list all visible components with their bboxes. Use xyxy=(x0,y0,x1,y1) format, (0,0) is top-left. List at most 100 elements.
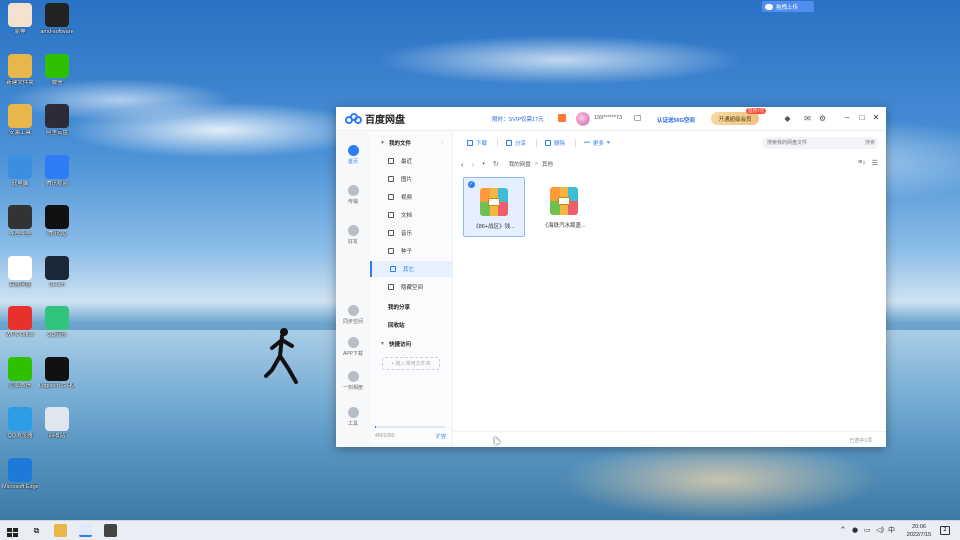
ime-indicator[interactable]: 中 xyxy=(888,526,895,535)
file-explorer-icon[interactable] xyxy=(54,524,67,537)
download-icon xyxy=(467,140,473,146)
download-button[interactable]: 下载 xyxy=(467,139,487,147)
sidebar-item[interactable]: 音乐 xyxy=(370,225,453,241)
list-view-icon[interactable]: ☰ xyxy=(872,159,878,167)
sidebar-item[interactable]: 种子 xyxy=(370,243,453,259)
rail-item[interactable]: 传输 xyxy=(336,185,370,205)
more-button[interactable]: ••• 更多 ▾ xyxy=(584,139,610,147)
gear-icon[interactable]: ⚙ xyxy=(818,114,827,123)
file-item[interactable]: 《海铁汽水瓶盖... xyxy=(533,177,595,237)
desktop-icon[interactable]: 原神 xyxy=(2,3,38,36)
sidebar-item[interactable]: 视频 xyxy=(370,189,453,205)
avatar[interactable] xyxy=(576,112,590,126)
desktop-icon[interactable]: 回收站 xyxy=(39,407,75,440)
sidebar-my-files[interactable]: ▼ 我的文件 ⋮ xyxy=(370,135,453,151)
refresh-icon[interactable]: ↻ xyxy=(493,160,499,168)
caret-down-icon: ▼ xyxy=(380,140,385,146)
desktop-icon[interactable]: 腾讯QQ xyxy=(39,205,75,238)
sidebar-my-share[interactable]: 我的分享 xyxy=(370,299,453,315)
sidebar-item[interactable]: 文档 xyxy=(370,207,453,223)
sidebar-item[interactable]: 最近 xyxy=(370,153,453,169)
sidebar-item-icon xyxy=(388,230,394,236)
tray-app-icon[interactable]: ● xyxy=(852,526,858,535)
desktop-icon[interactable]: 安装工具 xyxy=(2,104,38,137)
search-input[interactable] xyxy=(762,137,879,149)
file-item[interactable]: ✓ 《86+战区》钱... xyxy=(463,177,525,237)
desktop-icon[interactable]: Logitech G HUB xyxy=(39,356,75,390)
expand-storage-link[interactable]: 扩容 xyxy=(436,433,446,440)
more-icon[interactable]: ⋮ xyxy=(440,140,446,146)
rail-item-icon xyxy=(347,145,359,156)
desktop-icon[interactable]: Microsoft Edge xyxy=(2,457,38,491)
toolbar-divider xyxy=(497,139,499,147)
volume-icon[interactable]: ◁) xyxy=(876,526,884,535)
add-quick-access-button[interactable]: + 拖入常用文件夹 xyxy=(382,357,440,370)
desktop-icon[interactable]: 此电脑 xyxy=(2,154,38,188)
forward-arrow-icon[interactable]: › xyxy=(472,160,475,169)
rail-item-label: 首页 xyxy=(347,159,358,165)
rail-item[interactable]: 一刻相册 xyxy=(336,371,370,391)
mail-icon[interactable]: ✉ xyxy=(803,114,812,123)
desktop-icon[interactable]: WPS Office xyxy=(2,306,38,339)
maximize-button[interactable]: □ xyxy=(857,113,867,123)
desktop-icon[interactable]: 阿里云盘 xyxy=(39,104,75,137)
minimize-button[interactable]: – xyxy=(842,113,852,123)
close-button[interactable]: ✕ xyxy=(871,113,881,123)
app-icon xyxy=(45,104,69,128)
breadcrumb-separator: > xyxy=(534,161,538,167)
desktop-icon[interactable]: QQ浏览器 xyxy=(2,407,38,440)
clock[interactable]: 20:06 2022/7/15 xyxy=(898,523,940,539)
app-icon xyxy=(8,457,32,482)
desktop-icon[interactable]: 百度网盘 xyxy=(2,255,38,289)
back-arrow-icon[interactable]: ‹ xyxy=(461,160,464,169)
share-button[interactable]: 分享 xyxy=(506,139,526,147)
float-upload-widget[interactable]: 拖拽上传 xyxy=(762,1,814,12)
delete-button[interactable]: 删除 xyxy=(545,139,565,147)
rail-item[interactable]: 工具 xyxy=(336,407,370,427)
task-view-icon[interactable]: ⧉ xyxy=(30,524,43,537)
sidebar-quick-access[interactable]: ▼ 快捷访问 xyxy=(370,336,453,352)
baidu-netdisk-taskbar-icon[interactable] xyxy=(79,524,92,537)
rail-item[interactable]: 好友 xyxy=(336,225,370,245)
desktop-icon[interactable]: Steam xyxy=(39,255,75,289)
check-icon[interactable]: ✓ xyxy=(468,181,475,188)
breadcrumb-root[interactable]: 我的网盘 xyxy=(509,160,531,168)
desktop-icon[interactable]: amd-software xyxy=(39,3,75,36)
history-dropdown-icon[interactable]: ▾ xyxy=(482,161,485,167)
desktop-icon-label: 腾讯视频 xyxy=(45,180,68,187)
game-icon[interactable]: ◆ xyxy=(783,114,792,123)
archive-file-icon xyxy=(550,187,578,215)
desktop-icon[interactable]: 微信 xyxy=(39,53,75,87)
desktop-icon[interactable]: 企业微信 xyxy=(2,356,38,390)
sidebar-item[interactable]: 隐藏空间 xyxy=(370,279,453,295)
tray-chevron-up-icon[interactable]: ^ xyxy=(840,526,846,535)
sidebar-recycle[interactable]: 回收站 xyxy=(370,317,453,333)
network-icon[interactable]: ▭ xyxy=(864,526,871,535)
account-name[interactable]: 199******73 xyxy=(594,115,622,121)
rail-item[interactable]: 首页 xyxy=(336,145,370,165)
notification-center-icon[interactable]: 2 xyxy=(940,526,950,535)
search-button[interactable]: 搜索 xyxy=(865,139,875,146)
verify-link[interactable]: 认证送50G空间 xyxy=(657,116,695,124)
storage-bar-fill xyxy=(375,426,377,428)
desktop-icon[interactable]: 哔哩哔哩 xyxy=(2,205,38,238)
windows-start-icon[interactable] xyxy=(6,524,19,537)
desktop-icon[interactable]: 腾讯视频 xyxy=(39,154,75,188)
toolbar-divider xyxy=(536,139,538,147)
sidebar-item[interactable]: 图片 xyxy=(370,171,453,187)
sort-icon[interactable]: ≡↓ xyxy=(858,159,866,167)
diamond-icon[interactable] xyxy=(634,115,641,121)
app-title: 百度网盘 xyxy=(365,115,405,126)
bilibili-taskbar-icon[interactable] xyxy=(104,524,117,537)
rail-item[interactable]: 同步空间 xyxy=(336,305,370,325)
desktop-icon[interactable]: 新建文件夹 xyxy=(2,53,38,87)
desktop-icon[interactable]: QQ音乐 xyxy=(39,306,75,339)
app-icon xyxy=(45,154,69,179)
rail-item[interactable]: APP下载 xyxy=(336,337,370,357)
sidebar-item[interactable]: 其它 xyxy=(370,261,453,277)
promo-link[interactable]: 限时：SVIP仅需17元 xyxy=(492,115,544,123)
gift-icon[interactable] xyxy=(558,114,566,122)
desktop-icon-label: 原神 xyxy=(14,29,26,35)
desktop-icon-label: 安装工具 xyxy=(8,130,31,136)
sidebar-item-icon xyxy=(388,194,394,200)
